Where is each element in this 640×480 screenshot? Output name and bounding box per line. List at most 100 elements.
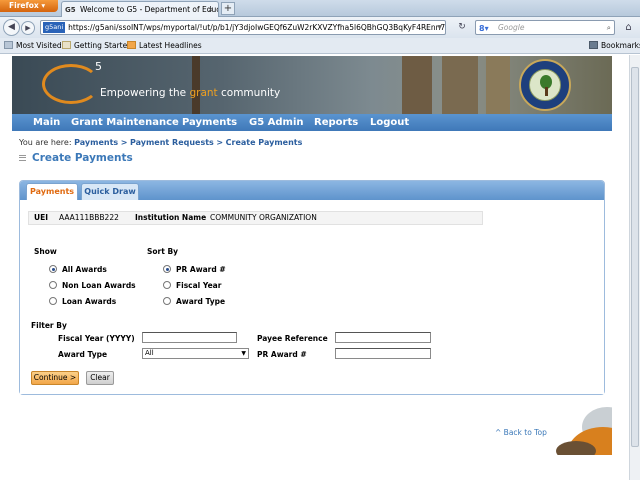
breadcrumb-prefix: You are here:: [19, 138, 72, 147]
breadcrumb-create-payments[interactable]: Create Payments: [226, 138, 303, 147]
close-tab-icon[interactable]: ×: [207, 2, 214, 17]
bookmark-label: Most Visited: [16, 41, 62, 50]
corner-shape: [556, 441, 596, 455]
firefox-menu-label: Firefox: [9, 1, 39, 10]
bookmark-getting-started[interactable]: Getting Started: [62, 38, 132, 53]
bookmarks-menu[interactable]: Bookmarks: [589, 38, 640, 53]
reload-icon[interactable]: ↻: [455, 20, 469, 35]
payee-reference-label: Payee Reference: [257, 334, 328, 343]
browser-tab[interactable]: G5 Welcome to G5 - Department of Educati…: [61, 1, 219, 17]
breadcrumb-separator: >: [216, 138, 224, 147]
breadcrumb-payment-requests[interactable]: Payment Requests: [130, 138, 214, 147]
page-scrollbar[interactable]: [629, 55, 640, 480]
continue-button[interactable]: Continue >: [31, 371, 79, 385]
bookmark-label: Latest Headlines: [139, 41, 202, 50]
award-type-select[interactable]: All ▼: [142, 348, 249, 359]
award-type-label: Award Type: [58, 350, 108, 359]
institution-name-value: COMMUNITY ORGANIZATION: [210, 213, 317, 222]
menu-item-logout[interactable]: Logout: [370, 114, 409, 131]
tab-payments[interactable]: Payments: [26, 183, 78, 200]
search-icon[interactable]: ⌕: [607, 21, 611, 34]
radio-all-awards-label[interactable]: All Awards: [62, 265, 107, 274]
payments-panel: Payments Quick Draw UEI AAA111BBB222 Ins…: [19, 180, 605, 395]
panel-tab-strip: Payments Quick Draw: [20, 181, 604, 200]
bookmarks-toolbar: Most Visited Getting Started Latest Head…: [0, 38, 640, 54]
search-placeholder: Google: [498, 23, 525, 32]
institution-name-label: Institution Name: [135, 213, 207, 222]
firefox-menu-button[interactable]: Firefox ▾: [0, 0, 58, 12]
g5-favicon-icon: G5: [65, 6, 76, 14]
tagline-pre: Empowering the: [100, 87, 190, 99]
menu-item-reports[interactable]: Reports: [314, 114, 358, 131]
new-tab-button[interactable]: +: [221, 2, 235, 15]
breadcrumb-separator: >: [120, 138, 128, 147]
site-identity-badge[interactable]: g5ani: [43, 22, 66, 33]
footer-corner-decoration: [548, 397, 612, 455]
folder-icon: [4, 41, 13, 49]
pr-award-input[interactable]: [335, 348, 431, 359]
url-text: https://g5ani/ssoINT/wps/myportal/!ut/p/…: [68, 23, 446, 32]
sort-by-label: Sort By: [147, 247, 179, 256]
google-icon[interactable]: 8▾: [479, 22, 489, 35]
breadcrumb: You are here: Payments > Payment Request…: [19, 138, 302, 147]
radio-non-loan-awards[interactable]: [49, 281, 57, 289]
page-title-icon: [19, 155, 26, 161]
radio-non-loan-awards-label[interactable]: Non Loan Awards: [62, 281, 136, 290]
menu-item-payments[interactable]: Payments: [182, 114, 237, 131]
main-menu: Main Grant Maintenance Payments G5 Admin…: [12, 114, 612, 131]
bookmarks-icon: [589, 41, 598, 49]
fiscal-year-input[interactable]: [142, 332, 237, 343]
back-icon[interactable]: ◀: [3, 19, 20, 36]
shelf-decoration: [192, 56, 200, 114]
menu-item-grant-maintenance[interactable]: Grant Maintenance: [71, 114, 179, 131]
shelf-decoration: [486, 56, 510, 114]
radio-sort-pr-award-label[interactable]: PR Award #: [176, 265, 226, 274]
menu-item-g5-admin[interactable]: G5 Admin: [249, 114, 304, 131]
shelf-decoration: [402, 56, 432, 114]
scrollbar-thumb[interactable]: [631, 67, 639, 447]
bookmarks-menu-label: Bookmarks: [601, 41, 640, 50]
bookmark-most-visited[interactable]: Most Visited: [4, 38, 62, 53]
radio-all-awards[interactable]: [49, 265, 57, 273]
search-input[interactable]: 8▾ Google ⌕: [475, 20, 615, 35]
radio-sort-fiscal-year-label[interactable]: Fiscal Year: [176, 281, 221, 290]
banner-tagline: Empowering the grant community: [100, 87, 280, 99]
g5-logo-sup: 5: [95, 60, 102, 73]
url-bar[interactable]: g5ani https://g5ani/ssoINT/wps/myportal/!…: [40, 20, 446, 35]
show-label: Show: [34, 247, 57, 256]
radio-sort-award-type-label[interactable]: Award Type: [176, 297, 225, 306]
radio-sort-pr-award[interactable]: [163, 265, 171, 273]
bookmark-star-icon[interactable]: ☆: [424, 21, 431, 34]
back-to-top-link[interactable]: ^ Back to Top: [495, 428, 547, 437]
seal-inner: [529, 69, 561, 101]
menu-item-main[interactable]: Main: [33, 114, 60, 131]
radio-sort-fiscal-year[interactable]: [163, 281, 171, 289]
bookmark-latest-headlines[interactable]: Latest Headlines: [127, 38, 202, 53]
browser-nav-bar: ◀ ▶ g5ani https://g5ani/ssoINT/wps/myport…: [0, 17, 640, 38]
panel-body: UEI AAA111BBB222 Institution Name COMMUN…: [20, 200, 604, 394]
clear-button[interactable]: Clear: [86, 371, 114, 385]
seal-trunk: [545, 87, 548, 96]
radio-loan-awards[interactable]: [49, 297, 57, 305]
tab-title: Welcome to G5 - Department of Educati...: [80, 5, 218, 14]
radio-loan-awards-label[interactable]: Loan Awards: [62, 297, 116, 306]
forward-icon[interactable]: ▶: [21, 21, 35, 35]
rss-icon: [127, 41, 136, 49]
home-icon[interactable]: ⌂: [620, 19, 637, 36]
chevron-down-icon: ▼: [241, 350, 246, 357]
payee-reference-input[interactable]: [335, 332, 431, 343]
uei-label: UEI: [34, 213, 49, 222]
url-dropdown-icon[interactable]: ▼: [437, 21, 442, 34]
tagline-post: community: [217, 87, 281, 99]
award-type-value: All: [145, 349, 154, 357]
shelf-decoration: [442, 56, 478, 114]
page-icon: [62, 41, 71, 49]
pr-award-label: PR Award #: [257, 350, 307, 359]
breadcrumb-payments[interactable]: Payments: [74, 138, 118, 147]
tagline-accent: grant: [189, 87, 218, 99]
department-seal-icon: [519, 59, 571, 111]
g5-logo-icon: [42, 64, 100, 104]
site-banner: 5 Empowering the grant community: [12, 56, 612, 114]
tab-quick-draw[interactable]: Quick Draw: [81, 183, 139, 200]
radio-sort-award-type[interactable]: [163, 297, 171, 305]
